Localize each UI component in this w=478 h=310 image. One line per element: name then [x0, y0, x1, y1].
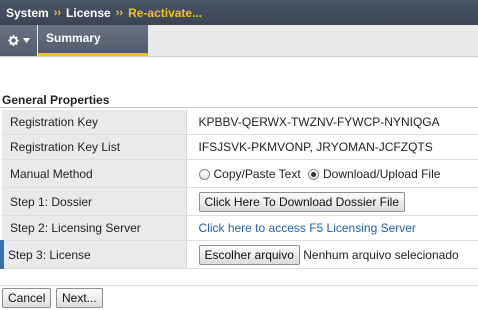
step1-label: Step 1: Dossier [2, 187, 187, 216]
copy-paste-label[interactable]: Copy/Paste Text [214, 167, 301, 181]
breadcrumb-current: Re-activate... [128, 5, 203, 20]
form-footer: Cancel Next... [0, 285, 478, 310]
table-row: Step 3: License Escolher arquivo Nenhum … [0, 240, 478, 269]
registration-key-list-label: Registration Key List [2, 134, 187, 160]
next-button[interactable]: Next... [56, 288, 103, 308]
step3-value: Escolher arquivo Nenhum arquivo selecion… [186, 240, 478, 269]
gear-icon [7, 34, 20, 47]
options-menu-button[interactable] [0, 25, 37, 56]
breadcrumb-item-system[interactable]: System [6, 6, 49, 20]
choose-file-button[interactable]: Escolher arquivo [198, 244, 300, 265]
download-dossier-button[interactable]: Click Here To Download Dossier File [198, 191, 406, 212]
tab-summary[interactable]: Summary [38, 25, 148, 56]
download-upload-radio[interactable] [308, 168, 320, 180]
registration-key-value: KPBBV-QERWX-TWZNV-FYWCP-NYNIQGA [186, 110, 478, 135]
breadcrumb-item-license[interactable]: License [66, 6, 111, 20]
step2-value: Click here to access F5 Licensing Server [186, 215, 478, 241]
tab-bar: Summary [0, 25, 478, 57]
download-upload-label[interactable]: Download/Upload File [323, 167, 440, 181]
cancel-button[interactable]: Cancel [2, 288, 52, 308]
registration-key-label: Registration Key [2, 110, 187, 135]
breadcrumb-separator: ›› [115, 6, 124, 19]
breadcrumb: System ›› License ›› Re-activate... [0, 0, 478, 25]
section-title: General Properties [0, 93, 478, 108]
table-row: Step 2: Licensing Server Click here to a… [2, 215, 478, 241]
step3-label: Step 3: License [0, 240, 187, 269]
manual-method-options: Copy/Paste Text Download/Upload File [186, 159, 478, 188]
properties-table: Registration Key KPBBV-QERWX-TWZNV-FYWCP… [0, 110, 478, 269]
file-status-text: Nenhum arquivo selecionado [303, 247, 459, 262]
table-row: Manual Method Copy/Paste Text Download/U… [2, 159, 478, 188]
registration-key-list-value: IFSJSVK-PKMVONP, JRYOMAN-JCFZQTS [186, 134, 478, 160]
manual-method-label: Manual Method [2, 159, 187, 188]
table-row: Registration Key KPBBV-QERWX-TWZNV-FYWCP… [2, 110, 478, 135]
table-row: Registration Key List IFSJSVK-PKMVONP, J… [2, 134, 478, 160]
chevron-down-icon [23, 38, 30, 43]
table-row: Step 1: Dossier Click Here To Download D… [2, 187, 478, 216]
step1-value: Click Here To Download Dossier File [186, 187, 478, 216]
copy-paste-radio[interactable] [198, 168, 210, 180]
licensing-server-link[interactable]: Click here to access F5 Licensing Server [199, 221, 416, 235]
breadcrumb-separator: ›› [53, 6, 62, 19]
step2-label: Step 2: Licensing Server [2, 215, 187, 241]
